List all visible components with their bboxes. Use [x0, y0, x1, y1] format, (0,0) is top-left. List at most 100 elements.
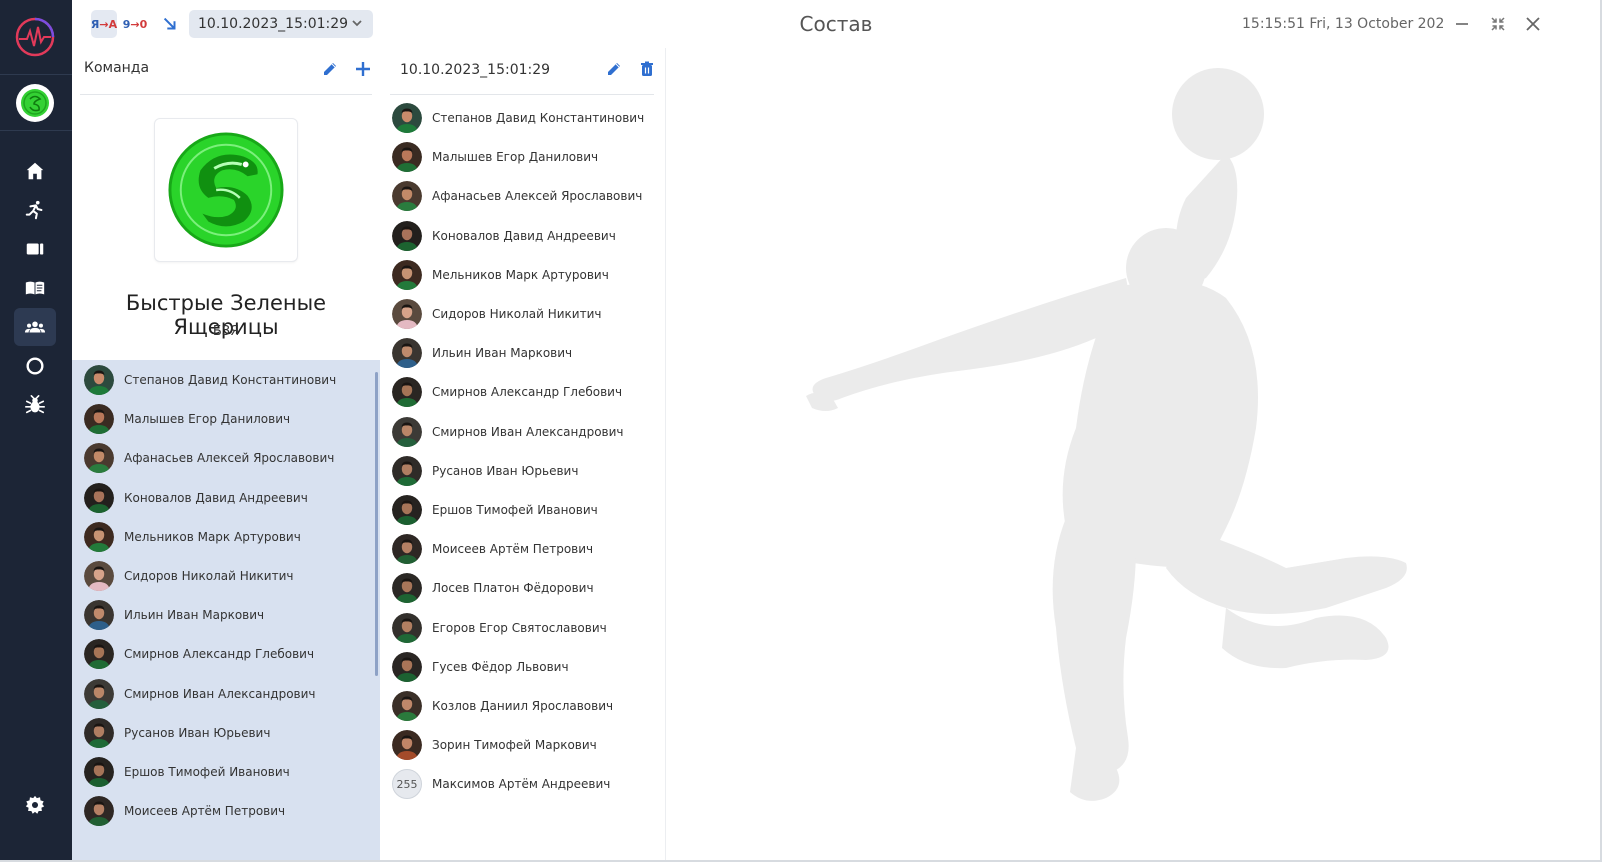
player-list-item[interactable]: Смирнов Александр Глебович — [392, 376, 622, 408]
player-avatar — [84, 600, 114, 631]
player-list-item[interactable]: Афанасьев Алексей Ярославович — [84, 442, 334, 474]
player-name: Коновалов Давид Андреевич — [124, 490, 308, 505]
sidebar-item-library[interactable] — [14, 269, 56, 307]
add-team-button[interactable] — [352, 58, 374, 80]
player-name: Смирнов Александр Глебович — [124, 647, 315, 662]
home-icon — [26, 162, 44, 180]
player-name: Гусев Фёдор Львович — [432, 659, 569, 674]
player-name: Степанов Давид Константинович — [124, 373, 337, 387]
player-name: Сидоров Николай Никитич — [124, 569, 294, 583]
player-name: Максимов Артём Андреевич — [432, 777, 611, 792]
player-avatar — [392, 495, 422, 525]
player-avatar — [84, 404, 114, 435]
player-list-item[interactable]: Степанов Давид Константинович — [392, 102, 644, 134]
player-list-item[interactable]: Ершов Тимофей Иванович — [84, 756, 290, 788]
team-logo — [154, 118, 298, 262]
close-button[interactable] — [1521, 12, 1545, 36]
player-avatar — [84, 717, 114, 748]
player-avatar — [392, 416, 422, 447]
player-name: Смирнов Александр Глебович — [432, 385, 623, 400]
player-list-item[interactable]: Моисеев Артём Петрович — [392, 533, 593, 565]
app-logo-icon[interactable] — [14, 16, 56, 58]
content-area — [666, 48, 1600, 860]
player-name: Зорин Тимофей Маркович — [432, 738, 597, 753]
player-list-item[interactable]: Ершов Тимофей Иванович — [392, 494, 598, 526]
player-avatar — [84, 639, 114, 670]
player-name: Афанасьев Алексей Ярославович — [432, 189, 643, 204]
team-logo-icon[interactable] — [16, 84, 54, 122]
player-list-item[interactable]: Малышев Егор Данилович — [84, 403, 290, 435]
minimize-button[interactable] — [1450, 12, 1474, 36]
player-avatar — [392, 299, 422, 329]
player-name: Афанасьев Алексей Ярославович — [124, 451, 335, 466]
sidebar-item-home[interactable] — [14, 152, 56, 190]
player-list-item[interactable]: Сидоров Николай Никитич — [84, 560, 293, 592]
team-player-list[interactable]: Степанов Давид Константинович Малышев Его… — [72, 360, 380, 860]
edit-icon — [608, 63, 620, 75]
player-list-item[interactable]: Егоров Егор Святославович — [392, 612, 607, 644]
player-list-item[interactable]: Гусев Фёдор Львович — [392, 651, 569, 683]
team-icon — [24, 321, 46, 333]
player-list-item[interactable]: Ильин Иван Маркович — [392, 337, 572, 369]
player-list-item[interactable]: Зорин Тимофей Маркович — [392, 729, 597, 761]
team-list-scrollbar[interactable] — [375, 372, 378, 676]
player-avatar — [392, 573, 422, 604]
running-icon — [25, 200, 43, 220]
player-name: Коновалов Давид Андреевич — [432, 228, 616, 243]
player-list-item[interactable]: Сидоров Николай Никитич — [392, 298, 601, 330]
player-list-item[interactable]: Козлов Даниил Ярославович — [392, 690, 613, 722]
player-list-item[interactable]: Мельников Марк Артурович — [84, 521, 301, 553]
sidebar-item-team[interactable] — [14, 308, 56, 346]
player-name: Русанов Иван Юрьевич — [124, 725, 271, 740]
player-list-item[interactable]: Малышев Егор Данилович — [392, 141, 598, 173]
player-name: Моисеев Артём Петрович — [124, 804, 286, 819]
close-icon — [1526, 17, 1540, 31]
player-list-item[interactable]: Смирнов Александр Глебович — [84, 638, 314, 670]
player-list-item[interactable]: Коновалов Давид Андреевич — [84, 482, 308, 514]
collapse-button[interactable] — [1486, 12, 1510, 36]
sidebar-item-circle[interactable] — [14, 347, 56, 385]
player-name: Ильин Иван Маркович — [432, 346, 573, 361]
player-list-item[interactable]: Мельников Марк Артурович — [392, 259, 609, 291]
team-abbreviation: БЗЯ — [212, 324, 240, 339]
delete-icon — [641, 61, 653, 76]
player-list-item[interactable]: Русанов Иван Юрьевич — [392, 455, 578, 487]
edit-icon — [324, 63, 336, 75]
player-name: Козлов Даниил Ярославович — [432, 699, 614, 713]
player-avatar — [84, 561, 114, 591]
player-list-item[interactable]: Смирнов Иван Александрович — [84, 678, 316, 710]
sidebar-item-debug[interactable] — [14, 386, 56, 424]
player-avatar — [392, 691, 422, 721]
sidebar-item-training[interactable] — [14, 191, 56, 229]
player-name: Русанов Иван Юрьевич — [432, 463, 579, 478]
player-avatar — [84, 365, 114, 395]
edit-roster-button[interactable] — [603, 58, 625, 80]
player-list-item[interactable]: Русанов Иван Юрьевич — [84, 717, 270, 749]
player-avatar — [84, 443, 114, 474]
player-avatar — [392, 455, 422, 486]
player-list-item[interactable]: Степанов Давид Константинович — [84, 364, 336, 396]
player-list-item[interactable]: Лосев Платон Фёдорович — [392, 572, 594, 604]
book-icon — [25, 281, 45, 295]
player-avatar — [392, 651, 422, 682]
panel-divider — [390, 94, 654, 95]
edit-team-button[interactable] — [319, 58, 341, 80]
sidebar-item-video[interactable] — [14, 230, 56, 268]
player-list-item[interactable]: Моисеев Артём Петрович — [84, 795, 285, 827]
video-icon — [26, 243, 44, 255]
bug-icon — [25, 395, 45, 414]
collapse-icon — [1491, 17, 1505, 31]
player-avatar — [392, 730, 422, 761]
settings-icon — [25, 795, 45, 814]
player-name: Мельников Марк Артурович — [124, 529, 301, 544]
player-list-item[interactable]: Смирнов Иван Александрович — [392, 416, 624, 448]
player-name: Малышев Егор Данилович — [124, 412, 291, 427]
player-list-item[interactable]: Афанасьев Алексей Ярославович — [392, 180, 642, 212]
player-avatar — [392, 142, 422, 173]
sidebar-item-settings[interactable] — [14, 786, 56, 824]
delete-roster-button[interactable] — [636, 58, 658, 80]
player-list-item[interactable]: Ильин Иван Маркович — [84, 599, 264, 631]
circle-icon — [26, 357, 44, 375]
player-list-item[interactable]: 255 Максимов Артём Андреевич — [392, 768, 610, 800]
player-list-item[interactable]: Коновалов Давид Андреевич — [392, 220, 616, 252]
